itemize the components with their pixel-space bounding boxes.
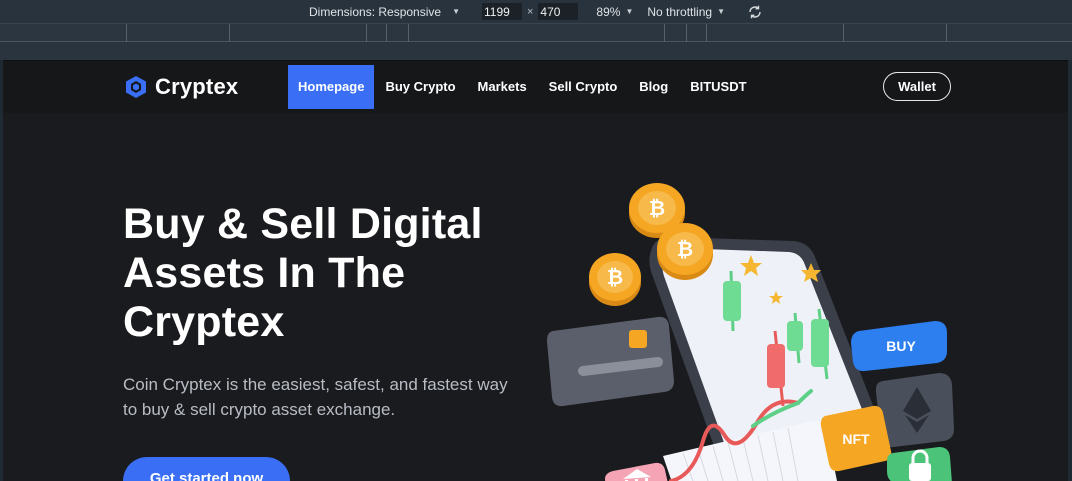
hero-title: Buy & Sell Digital Assets In The Cryptex (123, 200, 543, 347)
bitcoin-coin-icon: ₿ (589, 253, 641, 306)
svg-text:₿: ₿ (607, 265, 623, 289)
chevron-down-icon: ▼ (625, 7, 634, 16)
cube-logo-icon (126, 76, 146, 98)
nav-bitusdt[interactable]: BITUSDT (679, 65, 757, 109)
nav-markets[interactable]: Markets (467, 65, 538, 109)
svg-text:BUY: BUY (886, 338, 916, 354)
crypto-phone-illustration: ₿ ₿ ₿ BUY NFT (547, 183, 954, 481)
ruler-bar (0, 42, 1072, 60)
nav-homepage[interactable]: Homepage (288, 65, 375, 109)
credit-card-icon (547, 316, 674, 407)
times-separator: × (526, 5, 534, 18)
throttling-value: No throttling (647, 4, 713, 19)
bank-icon (605, 462, 668, 481)
svg-text:₿: ₿ (677, 237, 693, 261)
buy-tag-icon: BUY (851, 321, 947, 372)
bitcoin-coin-icon: ₿ (657, 223, 713, 280)
devtools-device-toolbar: Dimensions: Responsive ▼ × 89% ▼ No thro… (0, 0, 1072, 24)
throttling-dropdown[interactable]: No throttling ▼ (647, 5, 725, 19)
hero-title-line: Buy & Sell Digital (123, 200, 483, 248)
hero-description: Coin Cryptex is the easiest, safest, and… (123, 375, 508, 419)
svg-text:₿: ₿ (649, 196, 665, 220)
site-viewport: Cryptex Homepage Buy Crypto Markets Sell… (3, 60, 1068, 481)
media-query-bar[interactable] (0, 24, 1072, 42)
wallet-button[interactable]: Wallet (883, 72, 951, 101)
svg-text:NFT: NFT (842, 431, 870, 447)
rotate-icon[interactable] (747, 4, 763, 20)
nav-blog[interactable]: Blog (628, 65, 679, 109)
dimensions-label: Dimensions: Responsive (309, 4, 442, 19)
nav-buy-crypto[interactable]: Buy Crypto (374, 65, 466, 109)
lock-icon (887, 447, 952, 481)
hero-title-line: Assets In The (123, 249, 406, 297)
hero-title-line: Cryptex (123, 298, 285, 346)
dimensions-dropdown[interactable]: Dimensions: Responsive ▼ (309, 5, 460, 19)
nav-sell-crypto[interactable]: Sell Crypto (538, 65, 629, 109)
get-started-button[interactable]: Get started now (123, 457, 290, 481)
zoom-dropdown[interactable]: 89% ▼ (596, 5, 633, 19)
brand-logo[interactable]: Cryptex (125, 74, 238, 100)
chevron-down-icon: ▼ (717, 7, 725, 16)
site-header: Cryptex Homepage Buy Crypto Markets Sell… (3, 61, 1068, 113)
width-input[interactable] (481, 3, 522, 20)
brand-name: Cryptex (155, 74, 239, 99)
height-input[interactable] (538, 3, 579, 20)
chevron-down-icon: ▼ (452, 7, 460, 16)
zoom-value: 89% (596, 4, 621, 19)
nft-tag-icon: NFT (820, 405, 892, 472)
main-nav: Homepage Buy Crypto Markets Sell Crypto … (288, 65, 758, 109)
